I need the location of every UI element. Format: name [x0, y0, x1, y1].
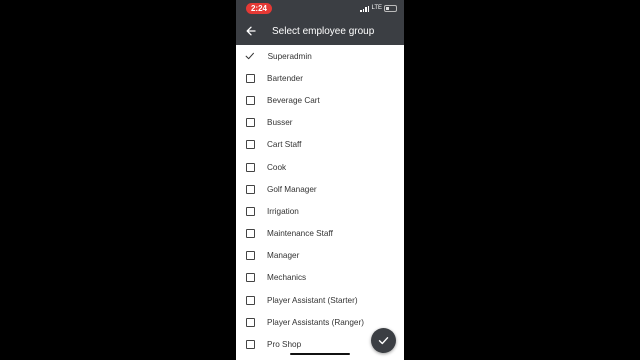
app-bar: Select employee group	[236, 17, 404, 45]
phone-screen: 2:24 LTE Select employee group Superadmi…	[236, 0, 404, 360]
list-item-label: Pro Shop	[267, 340, 302, 350]
list-item-label: Player Assistant (Starter)	[267, 295, 358, 305]
list-item-label: Cart Staff	[267, 140, 302, 150]
list-item-label: Beverage Cart	[267, 95, 320, 105]
list-item-label: Golf Manager	[267, 184, 317, 194]
list-item[interactable]: Maintenance Staff	[236, 223, 404, 245]
back-arrow-icon[interactable]	[243, 23, 259, 39]
list-item-label: Superadmin	[267, 51, 312, 61]
checkbox[interactable]	[246, 118, 255, 128]
list-item[interactable]: Golf Manager	[236, 178, 404, 200]
list-item-label: Manager	[267, 251, 300, 261]
list-item[interactable]: Irrigation	[236, 200, 404, 222]
confirm-button[interactable]	[371, 328, 396, 353]
status-bar: 2:24 LTE	[236, 0, 404, 17]
checkbox[interactable]	[246, 340, 255, 350]
list-item-label: Bartender	[267, 73, 303, 83]
battery-icon	[384, 5, 397, 12]
checkbox[interactable]	[246, 184, 255, 194]
list-item[interactable]: Superadmin	[236, 45, 404, 67]
checkbox[interactable]	[246, 273, 255, 283]
list-item[interactable]: Mechanics	[236, 267, 404, 289]
list-item[interactable]: Cook	[236, 156, 404, 178]
checkbox[interactable]	[246, 317, 255, 327]
checkbox[interactable]	[246, 206, 255, 216]
list-item-label: Maintenance Staff	[267, 229, 333, 239]
list-item[interactable]: Cart Staff	[236, 134, 404, 156]
status-time: 2:24	[246, 3, 272, 14]
list-item-label: Irrigation	[267, 206, 299, 216]
check-icon	[245, 51, 255, 61]
list-item[interactable]: Beverage Cart	[236, 89, 404, 111]
employee-group-list: Superadmin Bartender Beverage Cart Busser Ca…	[236, 45, 404, 356]
list-item-label: Player Assistants (Ranger)	[267, 317, 364, 327]
checkbox[interactable]	[246, 229, 255, 239]
status-indicators: LTE	[360, 4, 397, 13]
list-item[interactable]: Manager	[236, 245, 404, 267]
checkbox[interactable]	[246, 140, 255, 150]
checkbox[interactable]	[246, 295, 255, 305]
signal-icon	[360, 5, 370, 12]
list-item[interactable]: Busser	[236, 112, 404, 134]
checkbox[interactable]	[246, 73, 255, 83]
network-label: LTE	[371, 5, 382, 11]
list-item[interactable]: Bartender	[236, 67, 404, 89]
checkbox[interactable]	[246, 162, 255, 172]
page-title: Select employee group	[272, 25, 375, 37]
home-indicator	[290, 353, 350, 355]
list-item[interactable]: Player Assistant (Starter)	[236, 289, 404, 311]
checkbox[interactable]	[246, 95, 255, 105]
checkbox[interactable]	[246, 251, 255, 261]
list-item-label: Mechanics	[267, 273, 307, 283]
check-icon	[378, 337, 389, 345]
list-item-label: Cook	[267, 162, 287, 172]
list-item-label: Busser	[267, 118, 293, 128]
